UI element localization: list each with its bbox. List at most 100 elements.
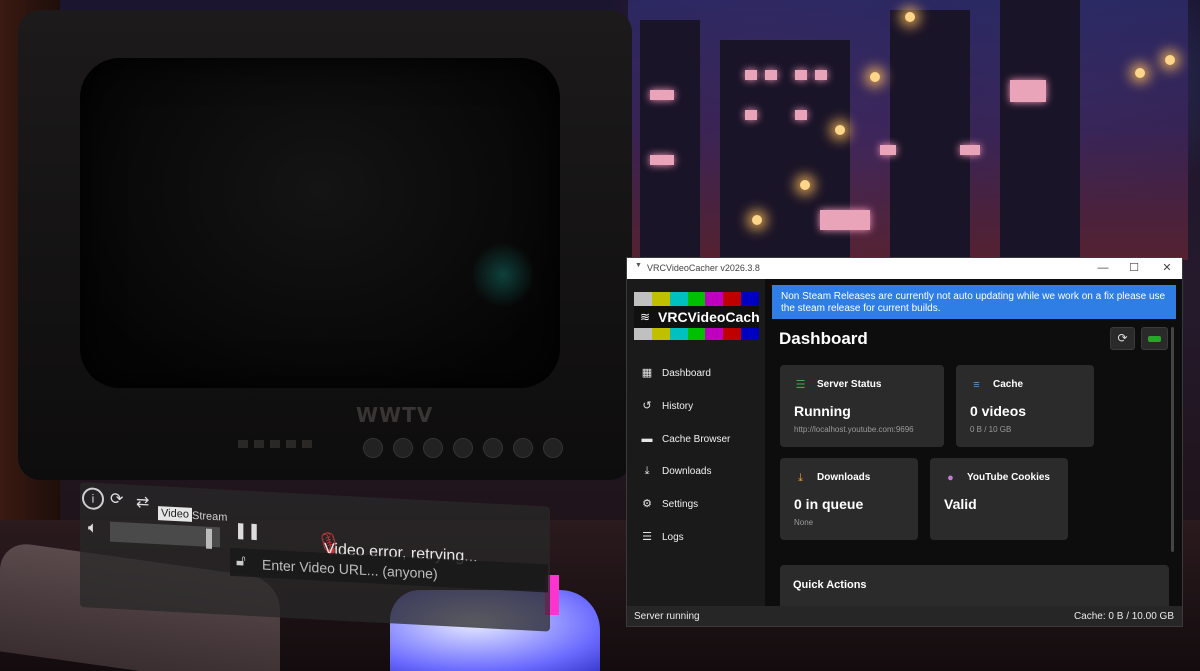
refresh-icon: ⟳: [1117, 331, 1128, 345]
mode-stream-toggle[interactable]: Stream: [192, 510, 227, 524]
main-content: Non Steam Releases are currently not aut…: [765, 279, 1182, 606]
volume-icon[interactable]: 🔈︎: [88, 518, 98, 539]
volume-slider-handle[interactable]: [206, 528, 212, 549]
tv-button: [286, 440, 296, 448]
tv-screen: [80, 58, 560, 388]
scene-building: [640, 20, 700, 260]
mode-video-toggle[interactable]: Video: [158, 506, 192, 522]
tv-knob: [363, 438, 383, 458]
history-icon: ↺: [642, 400, 652, 412]
app-icon: ▼: [635, 262, 642, 269]
scrollbar[interactable]: [1171, 327, 1174, 552]
document-icon: ☰: [642, 531, 652, 543]
logo-layers-icon: ≋: [640, 310, 651, 324]
server-toggle-button[interactable]: [1141, 327, 1168, 350]
pause-icon[interactable]: ❚❚: [234, 520, 261, 541]
maximize-button[interactable]: ☐: [1124, 260, 1144, 276]
sidebar-item-label: Settings: [662, 498, 699, 510]
quick-actions-title: Quick Actions: [793, 579, 867, 591]
sidebar: ≋ VRCVideoCacher ▦ Dashboard ↺ History ▬…: [627, 279, 765, 606]
scene-fairy-light: [752, 215, 762, 225]
sidebar-item-cache-browser[interactable]: ▬ Cache Browser: [641, 429, 759, 449]
app-window: ▼ VRCVideoCacher v2026.3.8 — ☐ ✕ ≋ VRCVi…: [626, 257, 1183, 627]
sidebar-item-history[interactable]: ↺ History: [641, 396, 759, 416]
card-title: Cache: [993, 379, 1024, 390]
tv-button: [238, 440, 248, 448]
loop-icon[interactable]: ⇄: [136, 493, 149, 514]
quick-actions-panel: Quick Actions: [780, 565, 1169, 606]
crt-tv: WWTV: [18, 10, 632, 480]
sidebar-item-label: History: [662, 400, 694, 412]
card-subtitle: None: [794, 518, 814, 527]
card-value: Running: [794, 403, 851, 419]
tv-knob: [513, 438, 533, 458]
scene-lit-window: [745, 70, 757, 80]
logo-text: VRCVideoCacher: [658, 309, 759, 325]
tv-knob: [453, 438, 473, 458]
refresh-button[interactable]: ⟳: [1110, 327, 1135, 350]
cookie-icon: ●: [947, 472, 954, 484]
minimize-button[interactable]: —: [1093, 260, 1113, 276]
sidebar-item-logs[interactable]: ☰ Logs: [641, 527, 759, 547]
download-icon: ⤓: [798, 472, 803, 484]
status-bar: Server running Cache: 0 B / 10.00 GB: [627, 606, 1182, 626]
sidebar-item-label: Logs: [662, 531, 684, 543]
card-title: YouTube Cookies: [967, 472, 1050, 483]
sidebar-item-settings[interactable]: ⚙ Settings: [641, 494, 759, 514]
scene-fairy-light: [870, 72, 880, 82]
scene-lit-window: [745, 110, 757, 120]
folder-icon: ▬: [641, 433, 653, 445]
reload-icon[interactable]: ⟳: [110, 490, 123, 511]
server-icon: ☰: [795, 379, 806, 391]
tv-knob: [543, 438, 563, 458]
tv-brand-label: WWTV: [356, 403, 434, 427]
scene-fairy-light: [1165, 55, 1175, 65]
server-status-text: Server running: [634, 611, 700, 622]
tv-knob: [483, 438, 503, 458]
cache-usage-text: Cache: 0 B / 10.00 GB: [1073, 611, 1174, 622]
sidebar-item-downloads[interactable]: ⤓ Downloads: [641, 461, 759, 481]
database-icon: ≡: [973, 379, 980, 391]
scene-building: [1000, 0, 1080, 260]
scene-fairy-light: [1135, 68, 1145, 78]
card-title: Downloads: [817, 472, 871, 483]
page-title: Dashboard: [779, 329, 868, 348]
scene-lit-window: [650, 155, 674, 165]
scene-lit-window: [820, 210, 870, 230]
scene-lit-window: [960, 145, 980, 155]
tv-button: [302, 440, 312, 448]
scene-lit-window: [650, 90, 674, 100]
scene-lit-window: [795, 70, 807, 80]
cache-card: ≡ Cache 0 videos 0 B / 10 GB: [956, 365, 1094, 447]
scene-fairy-light: [800, 180, 810, 190]
unlock-icon[interactable]: 🔓︎: [236, 552, 246, 570]
scene-lit-window: [1010, 80, 1046, 102]
download-icon: ⤓: [644, 465, 650, 477]
card-value: Valid: [944, 496, 977, 512]
scene-lit-window: [880, 145, 896, 155]
toggle-on-icon: [1148, 336, 1161, 342]
tv-screen-glare: [473, 240, 533, 310]
tv-knob: [393, 438, 413, 458]
card-subtitle: http://localhost.youtube.com:9696: [794, 425, 914, 434]
tv-button: [270, 440, 280, 448]
tv-button: [254, 440, 264, 448]
grid-icon: ▦: [641, 367, 653, 379]
title-bar[interactable]: ▼ VRCVideoCacher v2026.3.8 — ☐ ✕: [627, 258, 1182, 279]
gear-icon: ⚙: [642, 498, 652, 510]
downloads-card: ⤓ Downloads 0 in queue None: [780, 458, 918, 540]
server-status-card: ☰ Server Status Running http://localhost…: [780, 365, 944, 447]
sidebar-item-label: Dashboard: [662, 367, 711, 379]
window-title: VRCVideoCacher v2026.3.8: [647, 263, 760, 273]
scene-fairy-light: [835, 125, 845, 135]
card-title: Server Status: [817, 379, 882, 390]
close-button[interactable]: ✕: [1157, 260, 1177, 276]
scene-building: [890, 10, 970, 260]
card-subtitle: 0 B / 10 GB: [970, 425, 1012, 434]
sidebar-item-dashboard[interactable]: ▦ Dashboard: [641, 363, 759, 383]
sidebar-item-label: Downloads: [662, 465, 712, 477]
scene-lit-window: [765, 70, 777, 80]
sidebar-item-label: Cache Browser: [662, 433, 731, 445]
info-icon[interactable]: i: [82, 487, 104, 511]
app-logo: ≋ VRCVideoCacher: [634, 292, 759, 340]
